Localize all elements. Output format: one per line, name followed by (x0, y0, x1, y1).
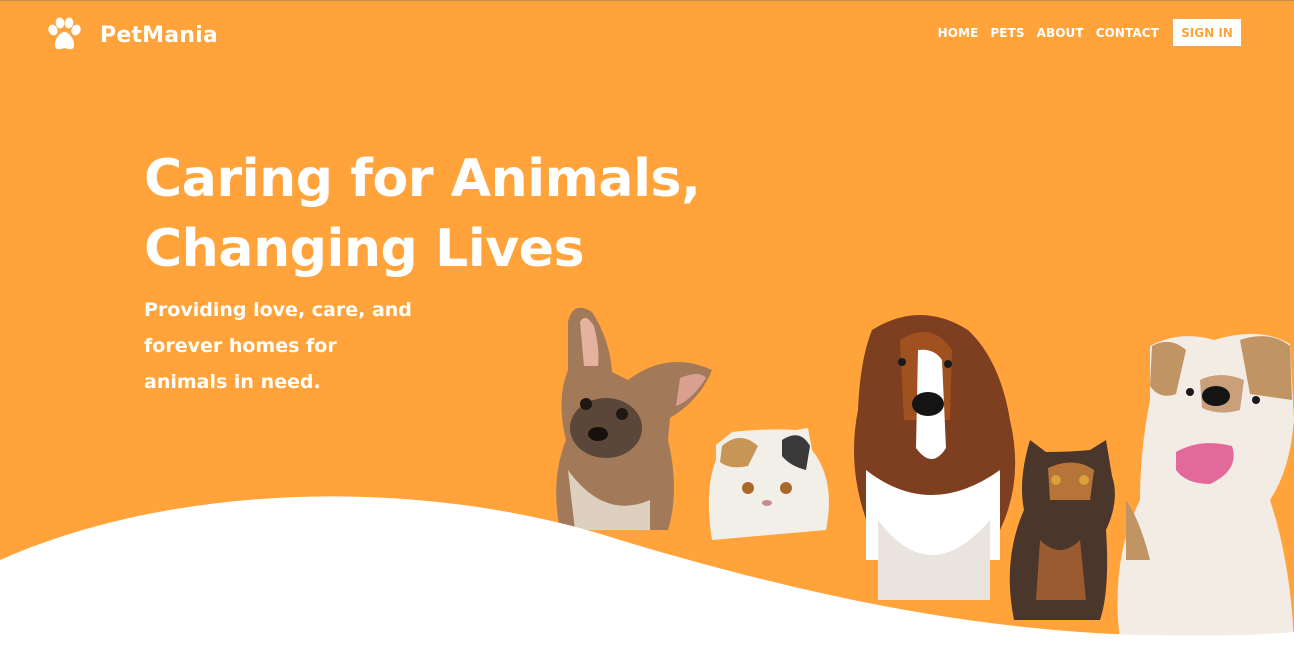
sign-in-button[interactable]: SIGN IN (1172, 18, 1242, 47)
brand[interactable]: PetMania (46, 16, 218, 54)
hero-headline: Caring for Animals, Changing Lives (144, 144, 784, 284)
nav-pets-link[interactable]: PETS (990, 26, 1024, 40)
nav-about-link[interactable]: ABOUT (1037, 26, 1084, 40)
nav-home-link[interactable]: HOME (938, 26, 979, 40)
paw-icon (48, 17, 81, 50)
headline-line-1: Caring for Animals, (144, 149, 701, 209)
tortoiseshell-kitten (1009, 440, 1115, 620)
subtext-line-2: forever homes for (144, 335, 337, 357)
subtext-line-1: Providing love, care, and (144, 299, 412, 321)
hero-section: PetMania HOME PETS ABOUT CONTACT SIGN IN… (0, 0, 1294, 647)
calico-cat (708, 428, 829, 540)
nav-contact-link[interactable]: CONTACT (1096, 26, 1159, 40)
basset-hound (854, 315, 1016, 600)
french-bulldog (556, 307, 712, 530)
english-bulldog (1117, 333, 1294, 640)
hero-subtext: Providing love, care, and forever homes … (144, 292, 444, 400)
headline-line-2: Changing Lives (144, 219, 585, 279)
brand-name: PetMania (100, 22, 218, 48)
subtext-line-3: animals in need. (144, 371, 321, 393)
main-nav: HOME PETS ABOUT CONTACT SIGN IN (938, 18, 1242, 47)
